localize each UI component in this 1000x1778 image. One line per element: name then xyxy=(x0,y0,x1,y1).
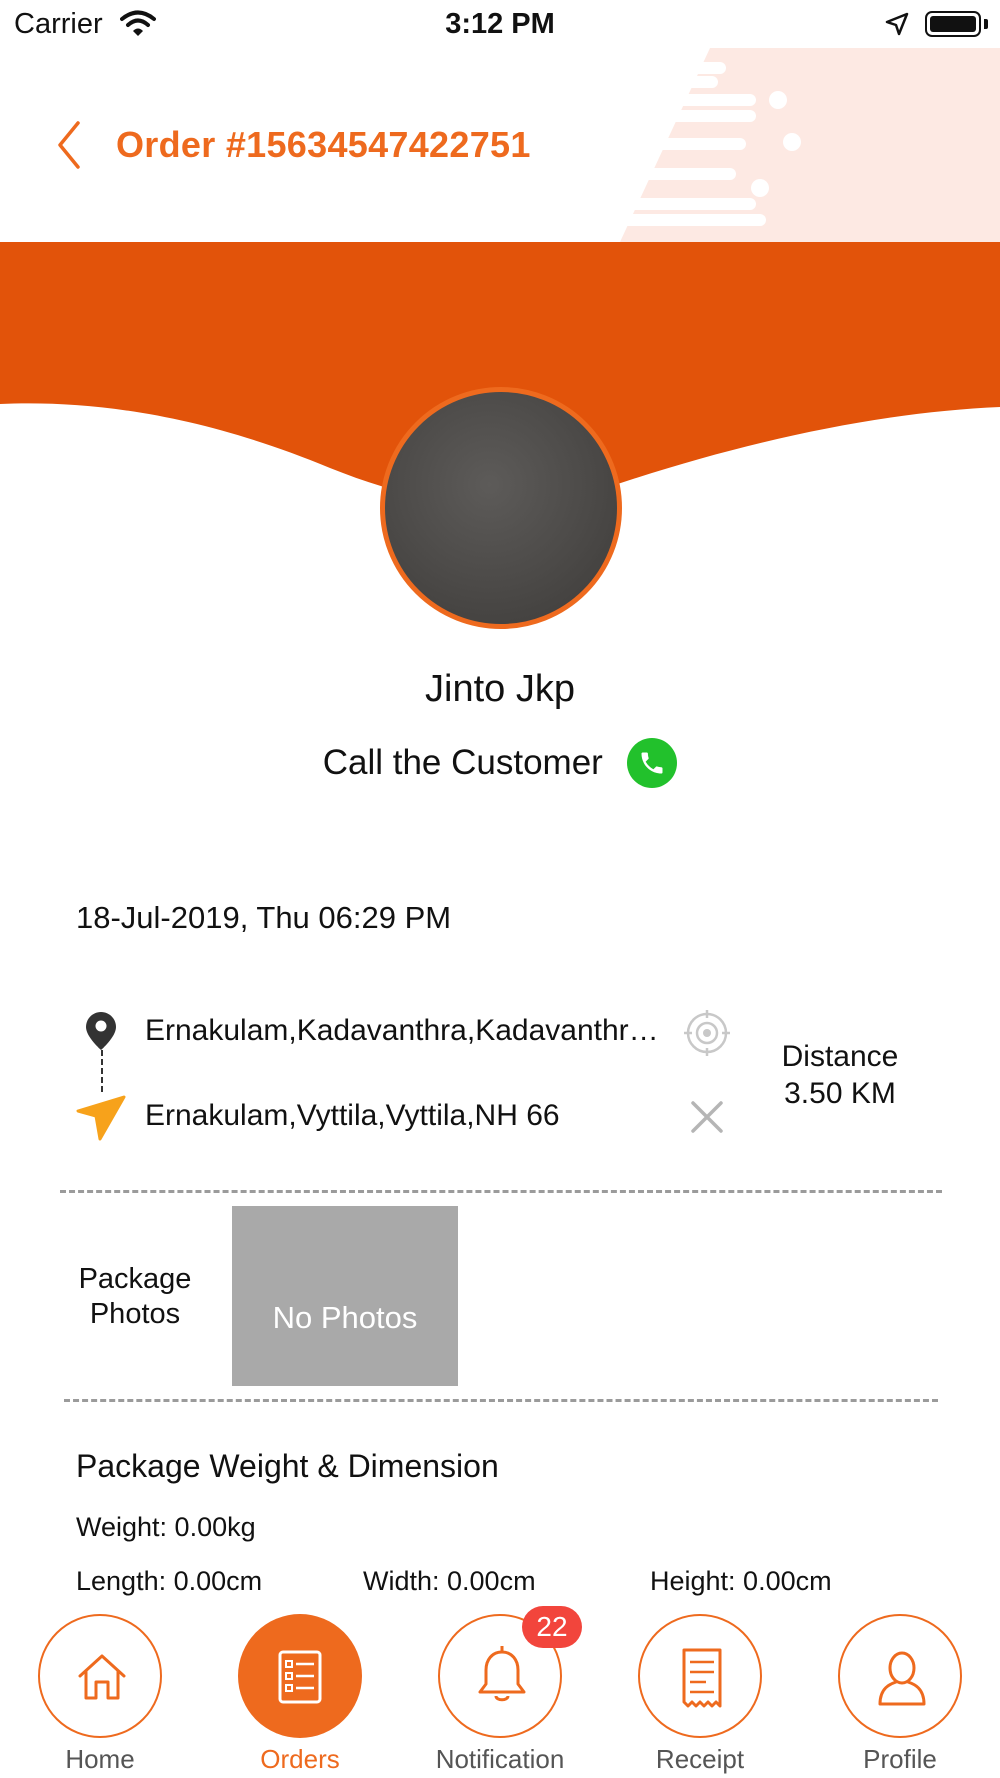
dimension-title: Package Weight & Dimension xyxy=(76,1448,499,1484)
package-width: Width: 0.00cm xyxy=(363,1566,536,1596)
tab-notification[interactable]: 22 Notification xyxy=(405,1606,595,1778)
tab-label: Notification xyxy=(435,1744,565,1774)
close-icon[interactable] xyxy=(690,1100,724,1134)
tab-home[interactable]: Home xyxy=(5,1614,195,1778)
receipt-icon xyxy=(682,1648,722,1708)
phone-icon xyxy=(641,752,663,774)
target-icon[interactable] xyxy=(684,1010,730,1056)
destination-arrow-icon xyxy=(76,1095,126,1141)
call-button[interactable] xyxy=(627,738,678,788)
tab-label: Receipt xyxy=(655,1744,745,1774)
tab-bar: Home Orders 22 Notification Receipt Prof… xyxy=(0,1606,1000,1778)
back-button[interactable] xyxy=(50,115,90,175)
header-decoration xyxy=(614,48,1000,242)
page-title: Order #15634547422751 xyxy=(116,124,531,165)
distance-value: 3.50 KM xyxy=(784,1077,896,1110)
pickup-address: Ernakulam,Kadavanthra,Kadavanthra,Kochi xyxy=(145,1014,665,1047)
route-connector xyxy=(101,1050,103,1092)
package-height: Height: 0.00cm xyxy=(650,1566,832,1596)
tab-profile-circle xyxy=(838,1614,962,1738)
status-time: 3:12 PM xyxy=(445,8,555,40)
package-length: Length: 0.00cm xyxy=(76,1566,263,1596)
package-weight: Weight: 0.00kg xyxy=(76,1512,256,1542)
divider xyxy=(60,1190,942,1193)
location-arrow-icon xyxy=(885,12,909,36)
divider xyxy=(64,1399,938,1402)
distance-label: Distance xyxy=(781,1040,899,1073)
drop-address: Ernakulam,Vyttila,Vyttila,NH 66 xyxy=(145,1099,560,1132)
pickup-pin-icon xyxy=(86,1012,116,1050)
battery-icon xyxy=(925,11,981,37)
tab-receipt[interactable]: Receipt xyxy=(605,1614,795,1778)
customer-avatar xyxy=(380,387,622,629)
tab-label: Profile xyxy=(863,1744,937,1774)
battery-tip xyxy=(984,19,988,29)
orders-icon xyxy=(278,1650,322,1704)
no-photos-text: No Photos xyxy=(272,1300,418,1335)
tab-home-circle xyxy=(38,1614,162,1738)
package-photo-placeholder: No Photos xyxy=(232,1206,458,1386)
package-photos-label: Package Photos xyxy=(78,1263,192,1330)
tab-receipt-circle xyxy=(638,1614,762,1738)
tab-orders-circle xyxy=(238,1614,362,1738)
call-customer-row: Call the Customer xyxy=(0,738,1000,788)
notification-badge: 22 xyxy=(522,1606,582,1648)
tab-label: Orders xyxy=(260,1744,340,1774)
tab-orders[interactable]: Orders xyxy=(205,1614,395,1778)
customer-name: Jinto Jkp xyxy=(425,668,575,710)
order-date: 18-Jul-2019, Thu 06:29 PM xyxy=(76,900,452,935)
home-icon xyxy=(78,1654,126,1700)
tab-profile[interactable]: Profile xyxy=(805,1614,995,1778)
call-customer-label: Call the Customer xyxy=(322,743,603,782)
tab-label: Home xyxy=(65,1744,135,1774)
profile-icon xyxy=(878,1651,926,1706)
